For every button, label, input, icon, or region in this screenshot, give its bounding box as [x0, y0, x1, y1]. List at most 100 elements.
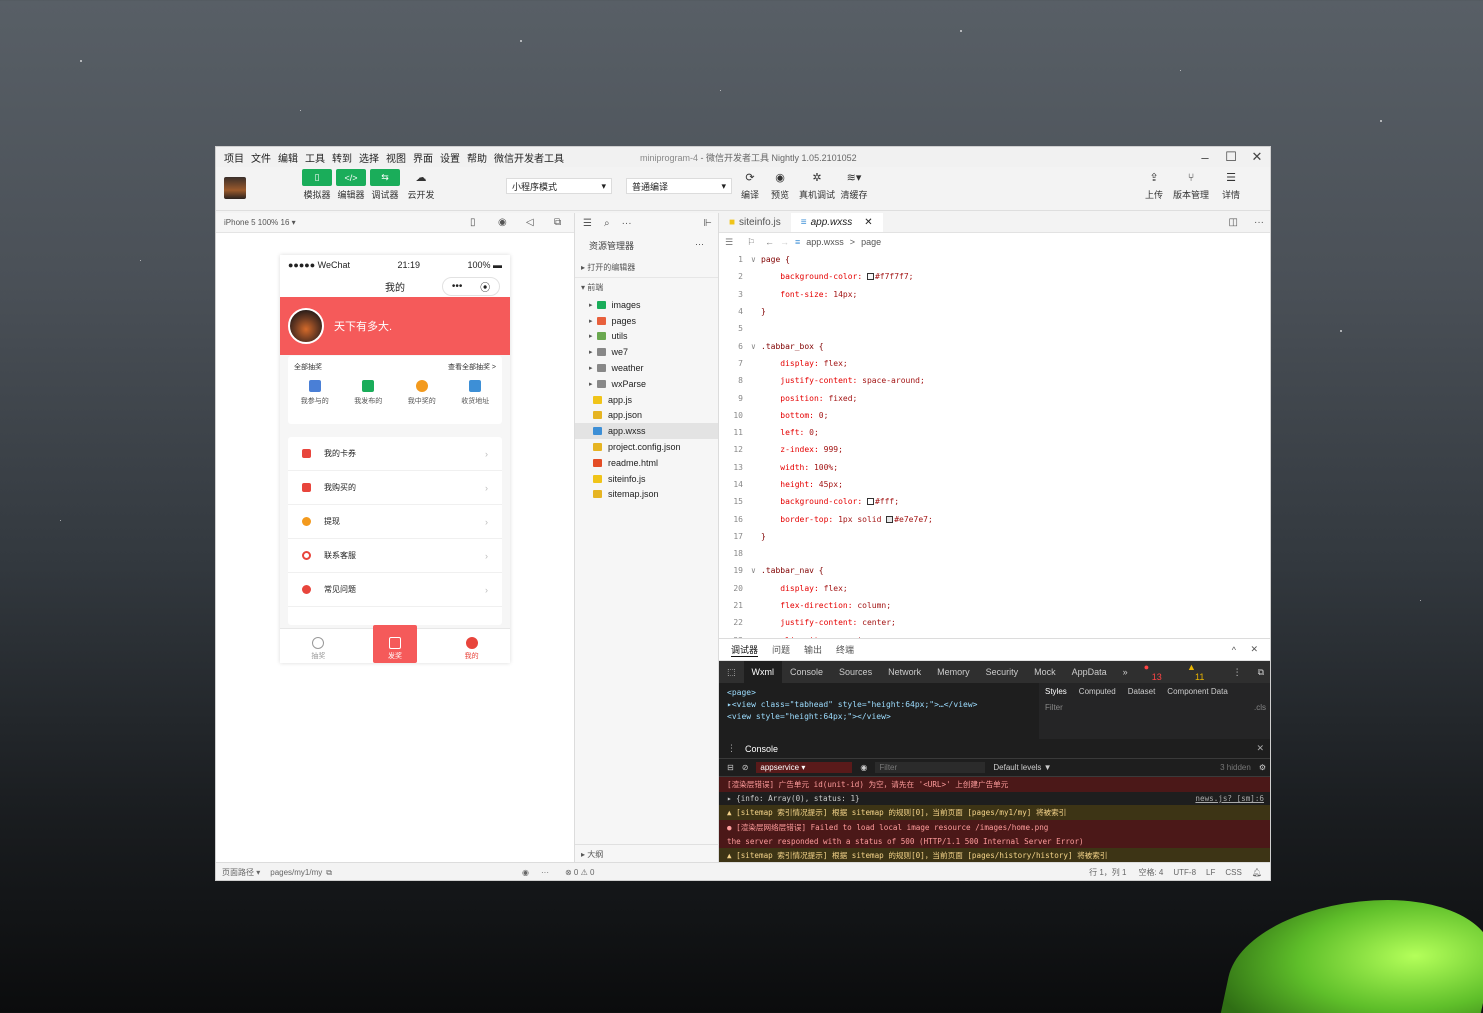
user-avatar[interactable] — [224, 177, 246, 199]
list-icon[interactable]: ☰ — [583, 218, 592, 229]
profile-avatar[interactable] — [288, 308, 324, 344]
folder-item[interactable]: ▸ weather — [575, 360, 718, 376]
console-message[interactable]: ▲ [sitemap 索引情况提示] 根据 sitemap 的规则[0]，当前页… — [719, 805, 1270, 820]
menu-item[interactable]: 微信开发者工具 — [494, 154, 564, 165]
tab-give-prize[interactable]: 发奖 — [372, 625, 417, 663]
tab-terminal[interactable]: 终端 — [836, 643, 854, 656]
popout-icon[interactable]: ⧉ — [554, 217, 561, 228]
file-item[interactable]: app.json — [575, 408, 718, 424]
list-icon[interactable]: ☰ — [725, 237, 733, 248]
wxml-tree[interactable]: <page> ▸<view class="tabhead" style="hei… — [719, 683, 1039, 739]
console-message[interactable]: [渲染层错误] 广告单元 id(unit-id) 为空，请先在 '<URL>' … — [719, 777, 1270, 792]
preview-button[interactable]: ◉ 预览 — [765, 169, 795, 201]
encoding[interactable]: UTF-8 — [1173, 868, 1196, 877]
fold-icon[interactable]: ∨ — [751, 566, 761, 575]
language-mode[interactable]: CSS — [1225, 868, 1241, 877]
color-swatch[interactable] — [866, 498, 874, 506]
menu-item[interactable]: 项目 — [224, 154, 244, 165]
indentation[interactable]: 空格: 4 — [1138, 867, 1163, 878]
clear-console-icon[interactable]: ⊘ — [742, 763, 749, 772]
compile-button[interactable]: ⟳ 编译 — [735, 169, 765, 201]
outline-section[interactable]: ▸ 大纲 — [575, 844, 719, 862]
tab-security[interactable]: Security — [978, 667, 1027, 677]
more-icon[interactable]: ••• — [452, 281, 463, 292]
fold-icon[interactable]: ∨ — [751, 255, 761, 264]
compile-mode-select[interactable]: 普通编译 ▾ — [626, 178, 732, 194]
more-icon[interactable]: ··· — [1246, 213, 1270, 232]
grid-item-address[interactable]: 收货地址 — [461, 380, 489, 406]
code-area[interactable]: 1 ∨ page {2 background-color: #f7f7f7; 3 fo… — [719, 251, 1270, 649]
issue-counts[interactable]: ⊗ 0 ⚠ 0 — [565, 868, 594, 877]
file-item[interactable]: readme.html — [575, 455, 718, 471]
grid-item-published[interactable]: 我发布的 — [354, 380, 382, 406]
error-count[interactable]: ● 13 — [1136, 662, 1179, 682]
color-swatch[interactable] — [886, 515, 894, 523]
more-icon[interactable]: ··· — [695, 239, 704, 252]
folder-item[interactable]: ▸ pages — [575, 313, 718, 329]
folder-item[interactable]: ▸ images — [575, 297, 718, 313]
device-select[interactable]: iPhone 5 100% 16 ▾ — [224, 218, 296, 227]
version-button[interactable]: ⑂ 版本管理 — [1173, 169, 1209, 201]
console-title[interactable]: Console — [745, 744, 778, 754]
list-item-withdraw[interactable]: 提现 › — [288, 505, 502, 539]
tab-dataset[interactable]: Dataset — [1128, 687, 1156, 696]
close-icon[interactable]: ✕ — [1244, 147, 1270, 167]
clear-cache-button[interactable]: ≋▾ 清缓存 — [839, 169, 869, 201]
tab-lottery[interactable]: 抽奖 — [296, 630, 340, 663]
split-editor-icon[interactable]: ◫ — [1221, 213, 1246, 232]
wxml-node[interactable]: <page> — [727, 687, 1031, 699]
tab-debugger[interactable]: 调试器 — [731, 643, 759, 657]
file-item[interactable]: project.config.json — [575, 439, 718, 455]
close-icon[interactable]: ✕ — [1250, 644, 1258, 655]
list-item-support[interactable]: 联系客服 › — [288, 539, 502, 573]
real-debug-button[interactable]: ✲ 真机调试 — [799, 169, 835, 201]
tab-memory[interactable]: Memory — [929, 667, 978, 677]
tab-problems[interactable]: 问题 — [772, 643, 790, 656]
menu-item[interactable]: 文件 — [251, 154, 271, 165]
close-icon[interactable]: ✕ — [1256, 743, 1264, 754]
sidebar-icon[interactable]: ⊟ — [727, 763, 734, 772]
context-select[interactable]: appservice ▾ — [756, 762, 853, 773]
line-ending[interactable]: LF — [1206, 868, 1215, 877]
console-message[interactable]: ▸ {info: Array(0), status: 1} news.js? [s… — [719, 792, 1270, 805]
eye-icon[interactable]: ◉ — [522, 868, 529, 877]
tab-component-data[interactable]: Component Data — [1167, 687, 1227, 696]
detail-button[interactable]: ☰ 详情 — [1216, 169, 1246, 201]
folder-item[interactable]: ▸ utils — [575, 329, 718, 345]
view-all-link[interactable]: 查看全部抽奖 > — [448, 362, 496, 372]
cursor-position[interactable]: 行 1，列 1 — [1089, 867, 1126, 878]
tab-appdata[interactable]: AppData — [1064, 667, 1115, 677]
simulator-button[interactable]: ▯ 模拟器 — [302, 169, 332, 201]
folder-item[interactable]: ▸ we7 — [575, 344, 718, 360]
wxml-node[interactable]: <view style="height:64px;"></view> — [727, 711, 1031, 723]
console-message[interactable]: the server responded with a status of 50… — [719, 835, 1270, 848]
tab-mock[interactable]: Mock — [1026, 667, 1064, 677]
editor-button[interactable]: </> 编辑器 — [336, 169, 366, 201]
tab-output[interactable]: 输出 — [804, 643, 822, 656]
file-item[interactable]: sitemap.json — [575, 487, 718, 503]
breadcrumb-file[interactable]: app.wxss — [806, 237, 844, 247]
cls-button[interactable]: .cls — [1254, 703, 1266, 712]
bookmark-icon[interactable]: ⚐ — [747, 237, 755, 248]
menu-item[interactable]: 工具 — [305, 154, 325, 165]
volume-icon[interactable]: ◁ — [526, 217, 534, 228]
tab-console[interactable]: Console — [782, 667, 831, 677]
menu-item[interactable]: 编辑 — [278, 154, 298, 165]
color-swatch[interactable] — [866, 273, 874, 281]
tab-styles[interactable]: Styles — [1045, 687, 1067, 696]
menu-item[interactable]: 设置 — [440, 154, 460, 165]
minimize-icon[interactable]: – — [1192, 147, 1218, 167]
gear-icon[interactable]: ⚙ — [1259, 763, 1266, 772]
console-message[interactable]: ▲ [sitemap 索引情况提示] 根据 sitemap 的规则[0]，当前页… — [719, 848, 1270, 863]
mode-select[interactable]: 小程序模式 ▾ — [506, 178, 612, 194]
menu-item[interactable]: 选择 — [359, 154, 379, 165]
file-item[interactable]: siteinfo.js — [575, 471, 718, 487]
kebab-icon[interactable]: ⋮ — [1225, 667, 1250, 678]
warning-count[interactable]: ▲ 11 — [1179, 662, 1225, 682]
more-icon[interactable]: ··· — [541, 868, 549, 877]
more-icon[interactable]: ··· — [622, 218, 632, 229]
fold-icon[interactable]: ∨ — [751, 342, 761, 351]
back-icon[interactable]: ← — [765, 237, 774, 247]
console-filter-input[interactable]: Filter — [875, 762, 986, 773]
search-icon[interactable]: ⌕ — [604, 218, 610, 229]
